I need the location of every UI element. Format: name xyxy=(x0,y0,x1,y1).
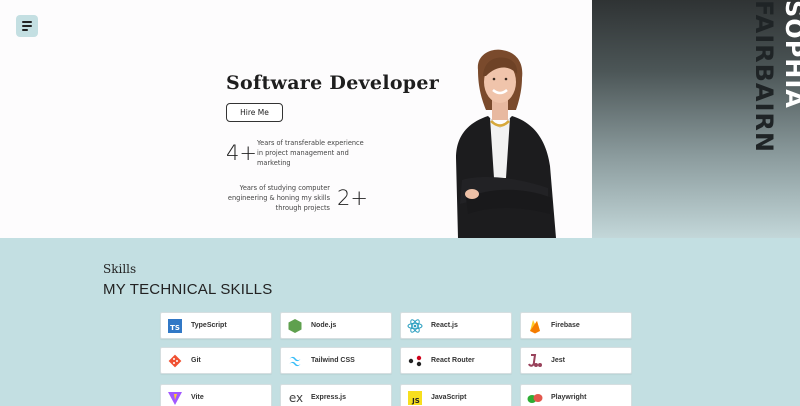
skill-card-react-router: React Router xyxy=(400,347,512,374)
stat-study-text: Years of studying computer engineering &… xyxy=(227,184,330,212)
name-vertical: SOPHIA FAIRBAIRN xyxy=(750,0,800,238)
skill-card-nodejs: Node.js xyxy=(280,312,392,339)
name-first: SOPHIA xyxy=(780,0,800,109)
stat-study-value: 2+ xyxy=(337,186,368,210)
skill-card-jest: Jest xyxy=(520,347,632,374)
react-router-icon xyxy=(407,353,423,369)
menu-icon[interactable] xyxy=(16,15,38,37)
skill-card-firebase: Firebase xyxy=(520,312,632,339)
svg-text:TS: TS xyxy=(170,324,180,332)
skill-card-express: ex Express.js xyxy=(280,384,392,406)
firebase-icon xyxy=(527,318,543,334)
git-icon xyxy=(167,353,183,369)
skill-label: Express.js xyxy=(311,394,347,401)
vite-icon xyxy=(167,390,183,406)
skills-label: Skills xyxy=(103,262,137,276)
skill-card-vite: Vite xyxy=(160,384,272,406)
skill-card-tailwind: Tailwind CSS xyxy=(280,347,392,374)
name-last: FAIRBAIRN xyxy=(750,0,778,153)
skill-card-typescript: TS TypeScript xyxy=(160,312,272,339)
stat-experience-text: Years of transferable experience in proj… xyxy=(257,139,364,167)
skill-card-playwright: Playwright xyxy=(520,384,632,406)
skill-card-git: Git xyxy=(160,347,272,374)
svg-text:ex: ex xyxy=(289,391,303,405)
skill-label: React.js xyxy=(431,322,458,329)
skill-card-react: React.js xyxy=(400,312,512,339)
nodejs-icon xyxy=(287,318,303,334)
skill-label: React Router xyxy=(431,357,475,364)
skills-section: Skills MY TECHNICAL SKILLS TS TypeScript… xyxy=(0,238,800,406)
svg-text:JS: JS xyxy=(411,397,420,405)
jest-icon xyxy=(527,353,543,369)
skills-heading: MY TECHNICAL SKILLS xyxy=(103,281,273,298)
skill-label: Playwright xyxy=(551,394,587,401)
portrait-image xyxy=(456,49,556,238)
tailwind-icon xyxy=(287,353,303,369)
skill-card-javascript: JS JavaScript xyxy=(400,384,512,406)
hero-section: Software Developer Hire Me 4+ Years of t… xyxy=(0,0,800,238)
skill-label: JavaScript xyxy=(431,394,467,401)
skill-label: TypeScript xyxy=(191,322,227,329)
react-icon xyxy=(407,318,423,334)
skill-label: Firebase xyxy=(551,322,580,329)
skill-label: Git xyxy=(191,357,201,364)
playwright-icon xyxy=(527,390,543,406)
stat-experience-value: 4+ xyxy=(226,141,257,165)
skill-label: Node.js xyxy=(311,322,337,329)
javascript-icon: JS xyxy=(407,390,423,406)
typescript-icon: TS xyxy=(167,318,183,334)
skill-label: Vite xyxy=(191,394,204,401)
skill-label: Tailwind CSS xyxy=(311,357,355,364)
skill-label: Jest xyxy=(551,357,566,364)
express-icon: ex xyxy=(287,390,303,406)
hero-title: Software Developer xyxy=(226,72,440,94)
hire-me-button[interactable]: Hire Me xyxy=(226,103,283,122)
